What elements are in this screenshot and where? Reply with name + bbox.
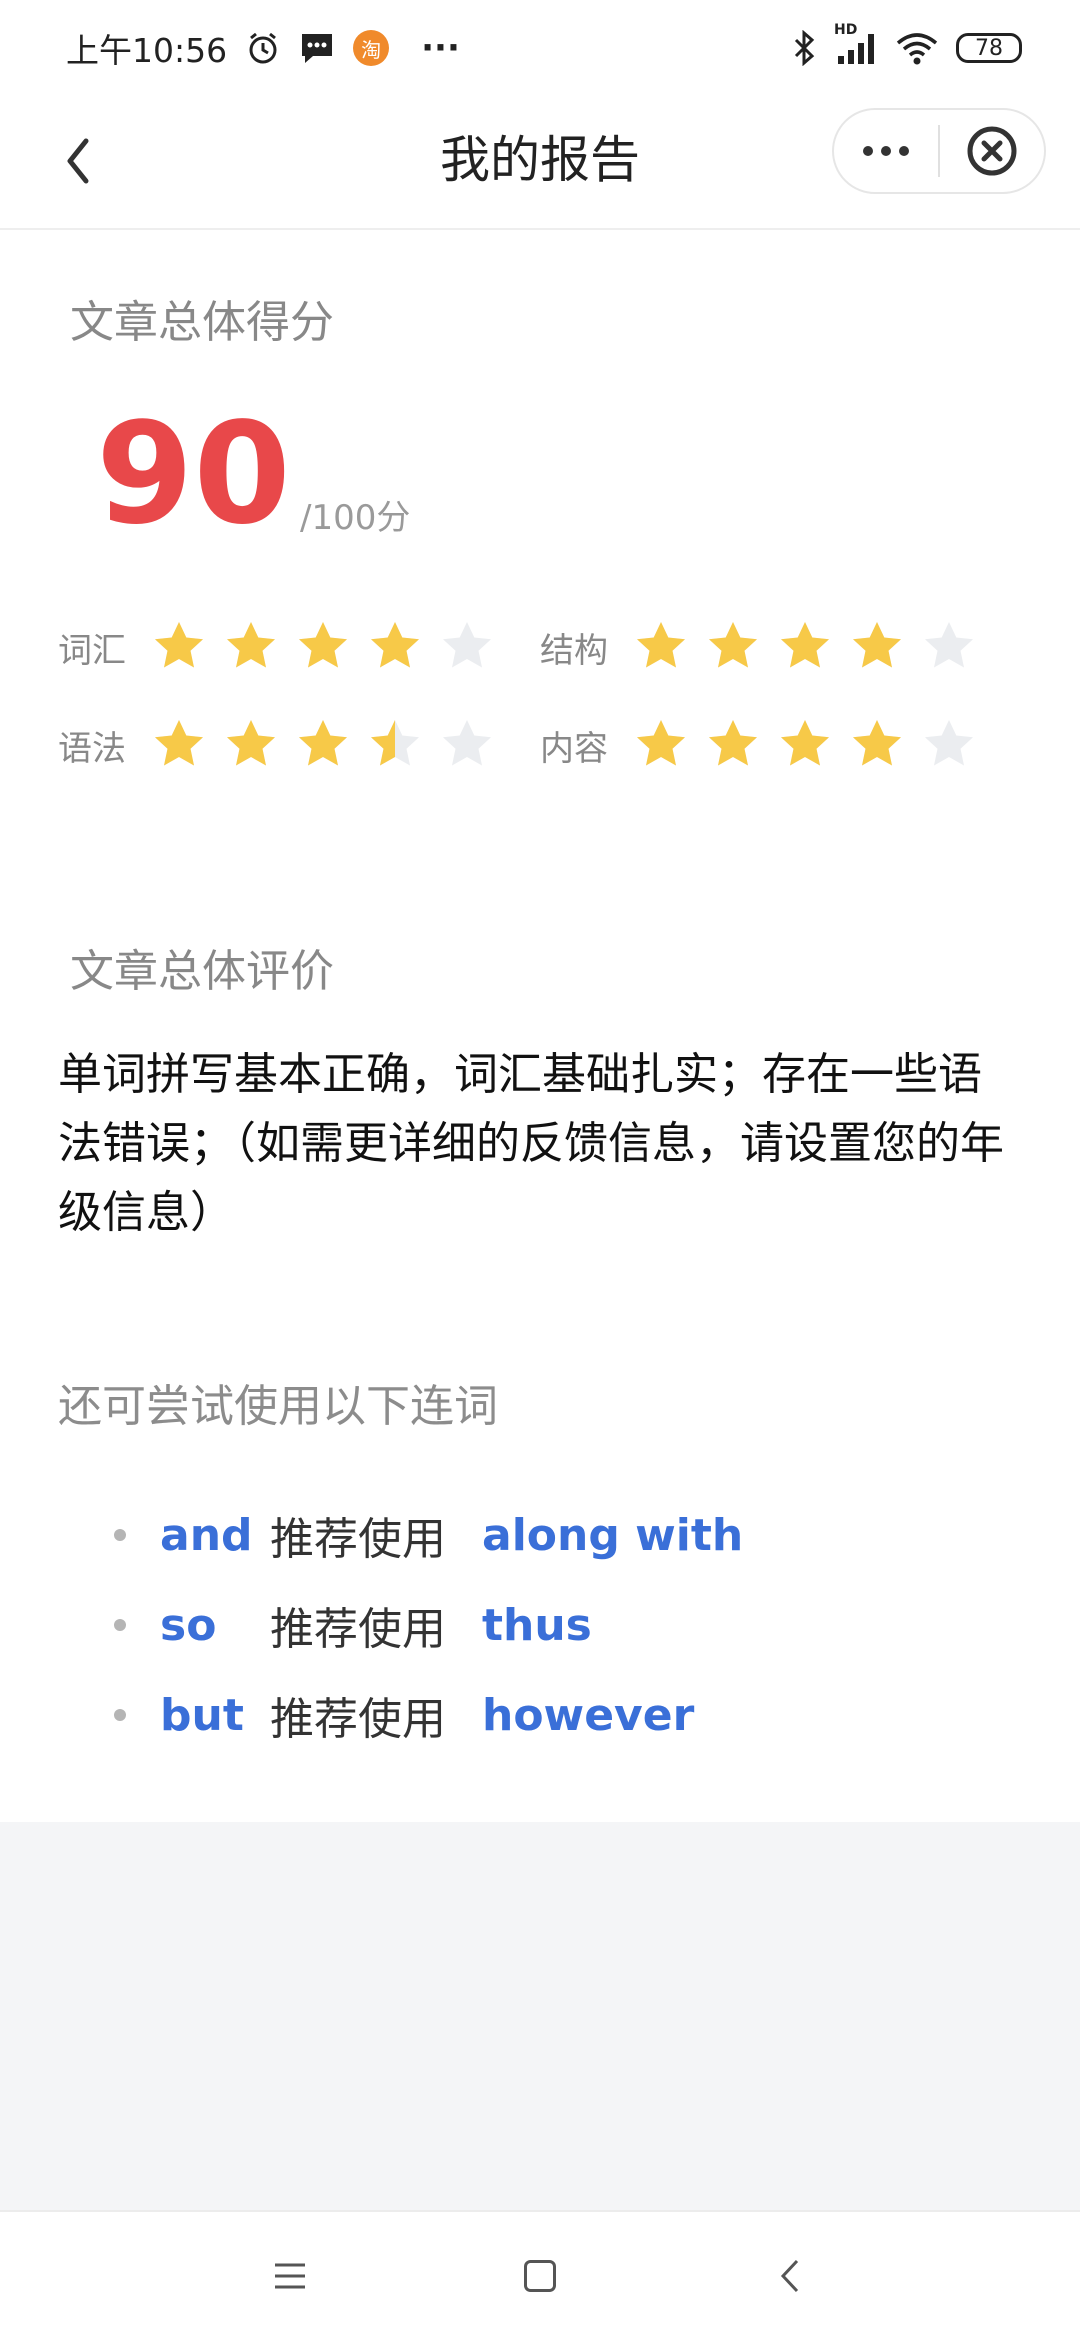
recommend-label: 推荐使用 (270, 1604, 446, 1655)
recommend-label: 推荐使用 (270, 1514, 446, 1565)
rating-label: 语法 (58, 728, 126, 769)
more-notifications-icon: ··· (421, 28, 460, 68)
original-conjunction: but (160, 1689, 244, 1741)
recommend-label: 推荐使用 (270, 1694, 446, 1745)
battery-icon: 78 (956, 33, 1022, 63)
star-filled-icon (637, 622, 685, 668)
evaluation-text: 单词拼写基本正确，词汇基础扎实；存在一些语法错误；（如需更详细的反馈信息，请设置… (58, 1049, 1004, 1238)
taobao-app-icon: 淘 (353, 30, 390, 66)
mini-program-capsule (832, 108, 1046, 194)
rating-grammar: 语法 (58, 716, 496, 774)
score-heading: 文章总体得分 (70, 297, 334, 348)
star-filled-icon (637, 720, 685, 766)
star-rating (150, 716, 496, 774)
star-rating (632, 716, 978, 774)
rating-structure: 结构 (540, 618, 978, 676)
star-filled-icon (781, 720, 829, 766)
close-button[interactable] (940, 110, 1044, 192)
back-arrow-icon (780, 2259, 799, 2293)
empty-footer-area (0, 1822, 1080, 2210)
list-item: so 推荐使用 thus (114, 1580, 743, 1670)
star-filled-icon (781, 622, 829, 668)
rating-vocabulary: 词汇 (58, 618, 496, 676)
star-filled-icon (299, 720, 347, 766)
status-bar: 上午10:56 淘 ··· HD 78 (0, 0, 1080, 96)
bullet-icon (114, 1619, 126, 1631)
system-nav-bar (0, 2210, 1080, 2340)
star-rating (632, 618, 978, 676)
star-empty-icon (925, 622, 973, 668)
signal-icon: HD (834, 22, 878, 66)
score-total: /100分 (300, 498, 411, 538)
rating-label: 词汇 (58, 630, 126, 671)
conjunctions-heading: 还可尝试使用以下连词 (58, 1381, 498, 1432)
star-filled-icon (709, 622, 757, 668)
star-filled-icon (371, 622, 419, 668)
star-half-icon (371, 720, 419, 766)
close-circle-icon (967, 126, 1017, 176)
alarm-icon (245, 30, 281, 66)
suggested-conjunction: thus (482, 1599, 592, 1651)
status-time: 上午10:56 (66, 31, 228, 70)
list-item: and 推荐使用 along with (114, 1490, 743, 1580)
star-filled-icon (227, 720, 275, 766)
status-left: 上午10:56 淘 ··· (66, 24, 460, 72)
home-square-icon (524, 2260, 556, 2292)
star-filled-icon (155, 720, 203, 766)
message-icon (299, 31, 335, 65)
star-filled-icon (853, 720, 901, 766)
suggested-conjunction: along with (482, 1509, 744, 1561)
title-bar: 我的报告 (0, 96, 1080, 230)
original-conjunction: so (160, 1599, 217, 1651)
nav-back-button[interactable] (765, 2251, 815, 2301)
evaluation-heading: 文章总体评价 (70, 946, 334, 997)
wifi-icon (896, 31, 938, 65)
original-conjunction: and (160, 1509, 253, 1561)
star-empty-icon (443, 720, 491, 766)
bullet-icon (114, 1709, 126, 1721)
star-filled-icon (299, 622, 347, 668)
star-rating (150, 618, 496, 676)
conjunction-list: and 推荐使用 along with so 推荐使用 thus but 推荐使… (114, 1490, 743, 1760)
bluetooth-icon (792, 30, 816, 66)
menu-icon (275, 2263, 305, 2289)
list-item: but 推荐使用 however (114, 1670, 743, 1760)
rating-content: 内容 (540, 716, 978, 774)
star-filled-icon (155, 622, 203, 668)
star-filled-icon (227, 622, 275, 668)
star-filled-icon (853, 622, 901, 668)
more-button[interactable] (834, 110, 938, 192)
star-filled-icon (709, 720, 757, 766)
rating-label: 内容 (540, 728, 608, 769)
star-empty-icon (925, 720, 973, 766)
star-empty-icon (443, 622, 491, 668)
more-dots-icon (863, 146, 909, 156)
rating-label: 结构 (540, 630, 608, 671)
network-hd-label: HD (834, 22, 858, 38)
score-value: 90 (96, 393, 291, 556)
bullet-icon (114, 1529, 126, 1541)
suggested-conjunction: however (482, 1689, 695, 1741)
home-button[interactable] (515, 2251, 565, 2301)
menu-button[interactable] (265, 2251, 315, 2301)
status-right: HD 78 (792, 22, 1022, 66)
